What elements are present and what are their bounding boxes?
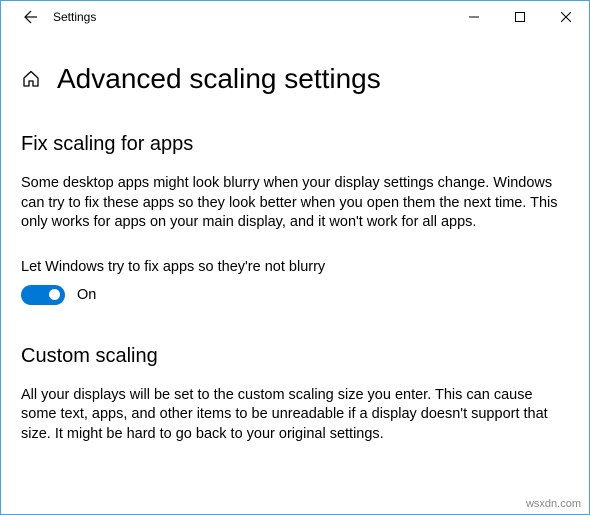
page-header: Advanced scaling settings: [21, 63, 569, 95]
close-button[interactable]: [543, 1, 589, 33]
back-button[interactable]: [9, 1, 49, 33]
close-icon: [561, 12, 571, 22]
fix-scaling-description: Some desktop apps might look blurry when…: [21, 174, 561, 233]
fix-blurry-toggle-label: Let Windows try to fix apps so they're n…: [21, 259, 569, 275]
section-heading-custom-scaling: Custom scaling: [21, 345, 569, 368]
minimize-icon: [469, 12, 479, 22]
home-button[interactable]: [21, 69, 41, 89]
section-heading-fix-scaling: Fix scaling for apps: [21, 133, 569, 156]
titlebar: Settings: [1, 1, 589, 33]
maximize-icon: [515, 12, 525, 22]
watermark: wsxdn.com: [526, 498, 581, 510]
fix-blurry-toggle[interactable]: [21, 285, 65, 305]
custom-scaling-description: All your displays will be set to the cus…: [21, 386, 561, 445]
maximize-button[interactable]: [497, 1, 543, 33]
page-title: Advanced scaling settings: [57, 63, 381, 95]
toggle-knob: [49, 289, 60, 300]
toggle-state-text: On: [77, 287, 96, 303]
window-controls: [451, 1, 589, 33]
fix-blurry-toggle-row: On: [21, 285, 569, 305]
home-icon: [21, 69, 41, 89]
content-area: Advanced scaling settings Fix scaling fo…: [1, 33, 589, 464]
arrow-left-icon: [21, 9, 37, 25]
minimize-button[interactable]: [451, 1, 497, 33]
window-title: Settings: [49, 10, 96, 24]
